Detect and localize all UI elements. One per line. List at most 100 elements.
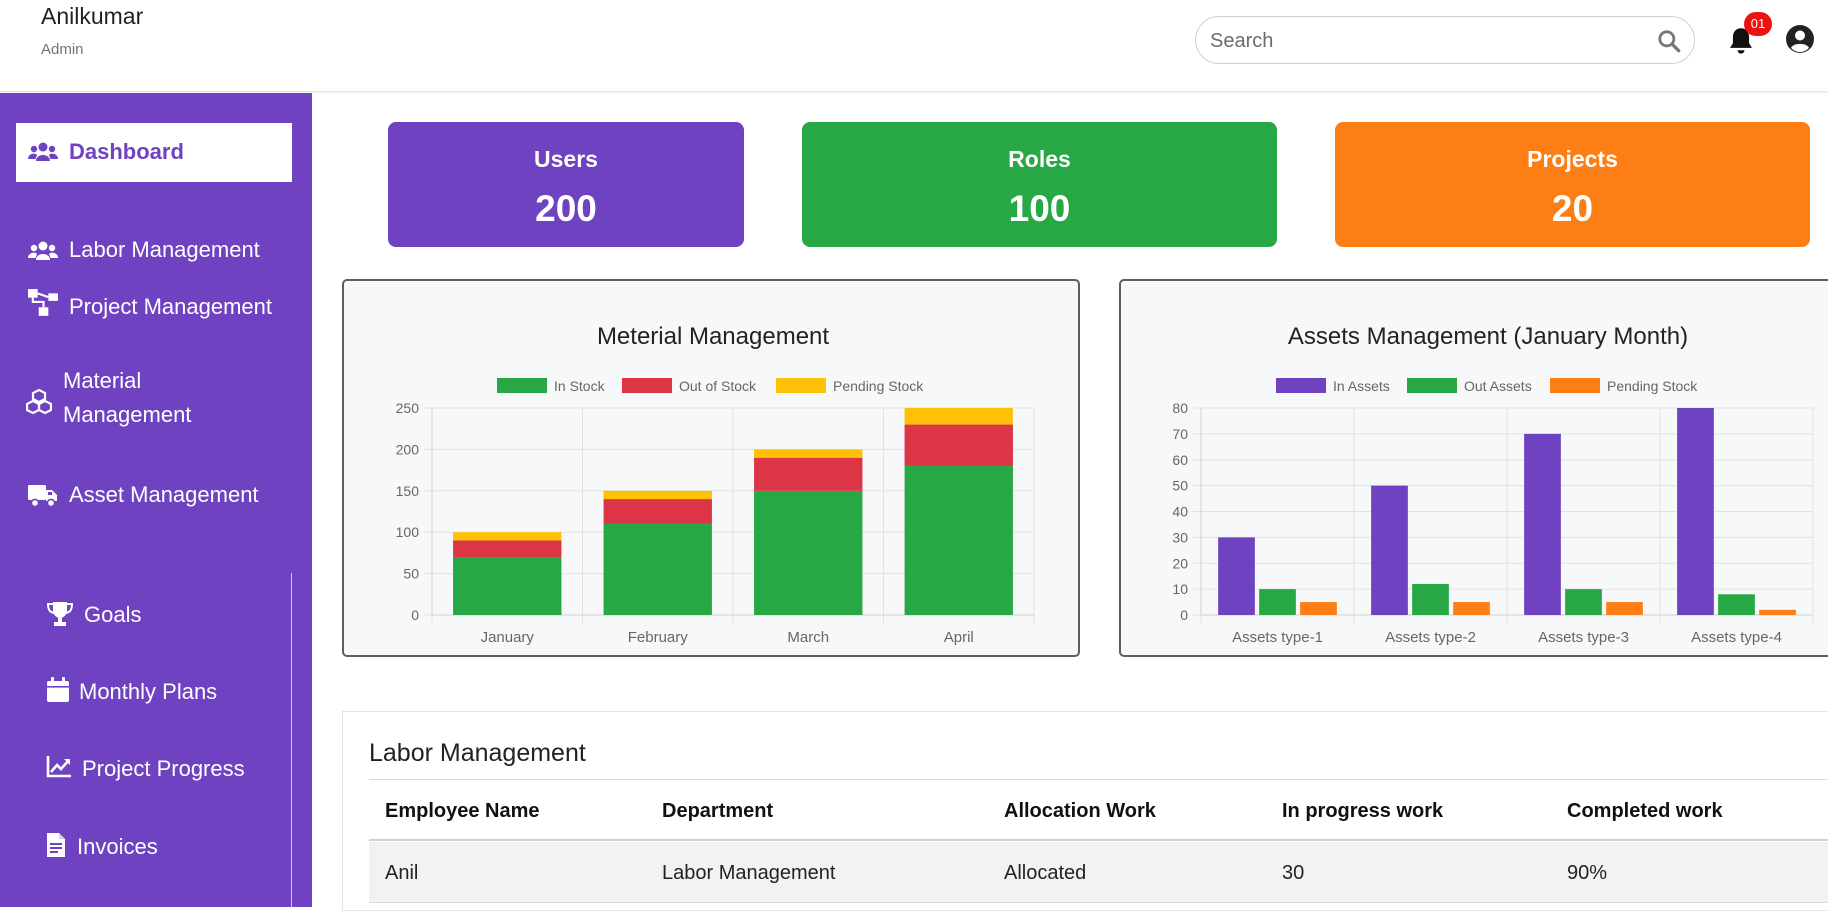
sidebar-item-label: Labor Management: [69, 237, 260, 262]
search-input[interactable]: [1210, 27, 1630, 55]
y-tick-label: 80: [1172, 400, 1188, 416]
legend-swatch: [1407, 378, 1457, 393]
sidebar-item-labor-management[interactable]: Labor Management: [28, 235, 288, 267]
y-tick-label: 60: [1172, 452, 1188, 468]
stat-value: 20: [1551, 188, 1594, 229]
user-avatar-icon[interactable]: [1785, 24, 1815, 54]
table-header-row: Employee Name Department Allocation Work…: [369, 779, 1828, 841]
sidebar-item-label: Monthly Plans: [79, 679, 218, 704]
table-row[interactable]: Anil Labor Management Allocated 30 90%: [369, 842, 1828, 903]
bar: [1412, 583, 1449, 615]
stat-value: 200: [535, 188, 597, 229]
search-icon[interactable]: [1656, 28, 1682, 54]
column-header[interactable]: Department: [662, 800, 773, 823]
notification-badge: 01: [1744, 12, 1772, 36]
x-tick-label: February: [628, 629, 689, 646]
chart-title: Meterial Management: [597, 323, 829, 350]
sidebar-item-label: Project Management: [69, 294, 272, 319]
stat-title: Roles: [1008, 146, 1071, 172]
y-tick-label: 30: [1172, 529, 1188, 545]
sidebar-item-dashboard[interactable]: Dashboard: [16, 123, 292, 182]
user-name: Anilkumar: [41, 3, 144, 29]
stat-card-roles[interactable]: Roles 100: [802, 122, 1277, 247]
sidebar: Dashboard Labor Management Project Manag…: [0, 93, 312, 907]
sidebar-item-project-management[interactable]: Project Management: [28, 289, 288, 327]
y-tick-label: 200: [396, 441, 420, 457]
x-tick-label: January: [481, 629, 535, 646]
legend-swatch: [1550, 378, 1600, 393]
file-invoice-icon: [47, 833, 65, 857]
user-role: Admin: [41, 41, 84, 58]
sidebar-item-asset-management[interactable]: Asset Management: [28, 481, 288, 513]
sidebar-item-label: Project Progress: [82, 756, 245, 781]
sidebar-item-project-progress[interactable]: Project Progress: [46, 755, 276, 787]
search-box: [1195, 16, 1695, 64]
trophy-icon: [46, 602, 74, 626]
submenu-divider: [291, 573, 292, 907]
x-tick-label: Assets type-4: [1691, 629, 1782, 646]
y-tick-label: 10: [1172, 581, 1188, 597]
sidebar-item-goals[interactable]: Goals: [46, 601, 276, 633]
x-tick-label: March: [787, 629, 829, 646]
material-management-chart: Meterial Management In Stock Out of Stock P…: [396, 323, 1035, 646]
top-header: Anilkumar Admin 01: [0, 0, 1828, 92]
bar: [603, 490, 712, 500]
cubes-icon: [26, 389, 52, 415]
legend-swatch: [622, 378, 672, 393]
table-cell: Labor Management: [662, 862, 836, 884]
bar: [754, 490, 863, 615]
stat-card-users[interactable]: Users 200: [388, 122, 744, 247]
x-tick-label: Assets type-2: [1385, 629, 1476, 646]
bar: [754, 449, 863, 458]
chart-line-icon: [46, 756, 71, 778]
stat-value: 100: [1008, 188, 1071, 229]
sidebar-item-monthly-plans[interactable]: Monthly Plans: [46, 677, 276, 710]
column-header[interactable]: In progress work: [1282, 800, 1443, 823]
stat-card-projects[interactable]: Projects 20: [1335, 122, 1810, 247]
bar: [603, 523, 712, 615]
bar: [1606, 602, 1643, 615]
y-tick-label: 40: [1172, 504, 1188, 520]
bar: [1677, 408, 1714, 615]
bar: [1565, 589, 1602, 615]
sidebar-item-material-management[interactable]: Material Management: [26, 368, 286, 436]
calendar-icon: [47, 677, 69, 702]
y-tick-label: 0: [411, 607, 419, 623]
legend-label: Out Assets: [1464, 378, 1532, 394]
y-tick-label: 0: [1180, 607, 1188, 623]
bar: [1453, 602, 1490, 615]
legend-label: In Stock: [554, 378, 606, 394]
sitemap-icon: [28, 289, 58, 316]
sidebar-item-invoices[interactable]: Invoices: [46, 833, 276, 865]
bar: [904, 424, 1013, 466]
legend-label: In Assets: [1333, 378, 1390, 394]
column-header[interactable]: Allocation Work: [1004, 800, 1156, 823]
chart-title: Assets Management (January Month): [1288, 323, 1688, 350]
y-tick-label: 100: [396, 524, 420, 540]
sidebar-item-label: Dashboard: [69, 139, 184, 164]
bar: [1371, 485, 1408, 615]
users-icon: [28, 142, 58, 161]
bar: [1524, 433, 1561, 615]
x-tick-label: Assets type-1: [1232, 629, 1323, 646]
bar: [754, 457, 863, 491]
column-header[interactable]: Completed work: [1567, 800, 1723, 823]
bar: [904, 408, 1013, 425]
truck-icon: [28, 485, 57, 508]
sidebar-item-label-line2: Management: [63, 402, 192, 427]
legend-swatch: [497, 378, 547, 393]
bar: [453, 557, 562, 615]
bar: [1259, 589, 1296, 615]
legend-label: Pending Stock: [1607, 378, 1698, 394]
legend-label: Out of Stock: [679, 378, 757, 394]
assets-management-chart: Assets Management (January Month) In Asse…: [1172, 323, 1814, 646]
legend-label: Pending Stock: [833, 378, 924, 394]
y-tick-label: 70: [1172, 426, 1188, 442]
column-header[interactable]: Employee Name: [385, 800, 540, 823]
stat-title: Projects: [1527, 146, 1618, 172]
assets-management-chart-panel: Assets Management (January Month) In Asse…: [1119, 279, 1828, 657]
y-tick-label: 20: [1172, 555, 1188, 571]
bar: [453, 540, 562, 558]
material-management-chart-panel: Meterial Management In Stock Out of Stock P…: [342, 279, 1080, 657]
y-tick-label: 250: [396, 400, 420, 416]
